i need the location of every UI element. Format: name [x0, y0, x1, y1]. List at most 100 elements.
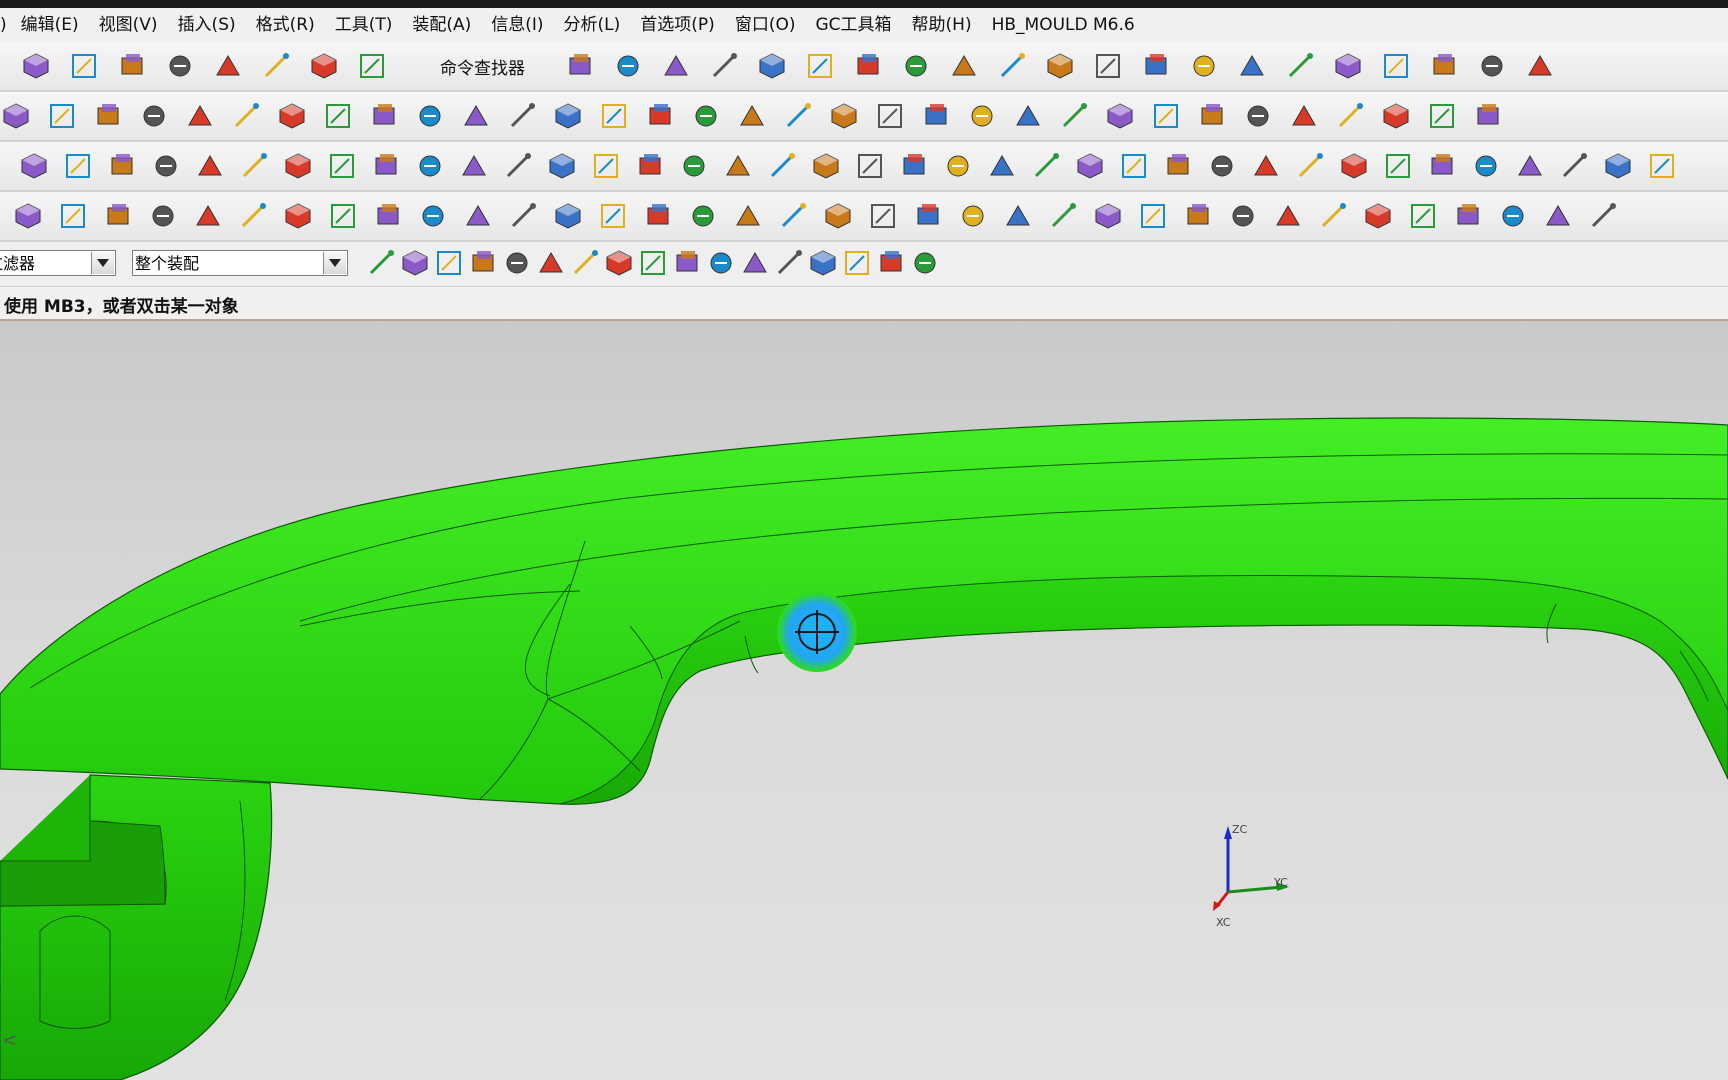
- wcs-dynamic-icon[interactable]: [1140, 50, 1172, 82]
- offset-face-icon[interactable]: [414, 100, 446, 132]
- support-icon[interactable]: [1426, 150, 1458, 182]
- wcs-triad-icon[interactable]: ZC YC XC: [1213, 823, 1289, 929]
- selection-scope-dropdown[interactable]: 整个装配: [132, 250, 348, 276]
- rotate-face-icon[interactable]: [1317, 200, 1349, 232]
- wcs-display-icon[interactable]: [1188, 50, 1220, 82]
- navigate-icon[interactable]: [1284, 50, 1316, 82]
- clock-icon[interactable]: [1074, 150, 1106, 182]
- snap-intersect-icon[interactable]: [705, 247, 733, 275]
- spring-icon[interactable]: [1294, 150, 1326, 182]
- trim-body-icon[interactable]: [460, 100, 492, 132]
- select-all-icon[interactable]: [399, 247, 428, 276]
- label-icon[interactable]: [1182, 200, 1214, 232]
- split-body-icon[interactable]: [506, 100, 538, 132]
- linked-face-icon[interactable]: [1362, 200, 1394, 232]
- chevron-down-icon[interactable]: [91, 252, 114, 274]
- trimmed-sheet-icon[interactable]: [1334, 100, 1366, 132]
- bom-icon[interactable]: [590, 150, 622, 182]
- mold-base-icon[interactable]: [1206, 150, 1238, 182]
- brush-icon[interactable]: [732, 200, 764, 232]
- revolve-icon[interactable]: [46, 100, 78, 132]
- trim-tool-icon[interactable]: [722, 150, 754, 182]
- rect-pattern-icon[interactable]: [1452, 200, 1484, 232]
- cooling-icon[interactable]: [502, 150, 534, 182]
- snap-bounded-icon[interactable]: [909, 247, 937, 275]
- shell-icon[interactable]: [644, 100, 676, 132]
- menu-item-1[interactable]: 视图(V): [89, 8, 168, 42]
- delete-icon[interactable]: [642, 200, 674, 232]
- measure-distance-icon[interactable]: [1332, 50, 1364, 82]
- color-icon[interactable]: [1558, 150, 1590, 182]
- screw-icon[interactable]: [1338, 150, 1370, 182]
- angle-tool-icon[interactable]: [1030, 150, 1062, 182]
- circle-pattern-icon[interactable]: [1407, 200, 1439, 232]
- point-icon[interactable]: [368, 100, 400, 132]
- rotate-icon[interactable]: [1002, 200, 1034, 232]
- workpiece-icon[interactable]: [634, 150, 666, 182]
- wcs-orient-icon[interactable]: [996, 50, 1028, 82]
- triangle-icon[interactable]: [62, 150, 94, 182]
- cylinder-icon[interactable]: [92, 100, 124, 132]
- runner-icon[interactable]: [282, 150, 314, 182]
- pattern-icon[interactable]: [1092, 200, 1124, 232]
- wcs-origin-icon[interactable]: [1044, 50, 1076, 82]
- fit-view-icon[interactable]: [612, 50, 644, 82]
- cut-icon[interactable]: [164, 50, 196, 82]
- snap-on-curve-icon[interactable]: [841, 247, 869, 275]
- menu-item-5[interactable]: 装配(A): [402, 8, 481, 42]
- chamfer-icon[interactable]: [598, 100, 630, 132]
- snap-view-icon[interactable]: [1236, 50, 1268, 82]
- gate-icon[interactable]: [326, 150, 358, 182]
- mold-wizard-icon[interactable]: [194, 150, 226, 182]
- edge-blend-icon[interactable]: [736, 100, 768, 132]
- boss-icon[interactable]: [276, 100, 308, 132]
- chevron-down-icon[interactable]: [323, 252, 346, 274]
- diagonal-icon[interactable]: [327, 200, 359, 232]
- menu-item-10[interactable]: GC工具箱: [805, 8, 901, 42]
- sketch-icon[interactable]: [18, 150, 50, 182]
- wcs-rotate-icon[interactable]: [1092, 50, 1124, 82]
- grid-select-icon[interactable]: [192, 200, 224, 232]
- constraint-icon[interactable]: [1497, 200, 1529, 232]
- move-face-icon[interactable]: [777, 200, 809, 232]
- menu-item-8[interactable]: 首选项(P): [630, 8, 725, 42]
- insert-icon[interactable]: [1470, 150, 1502, 182]
- corner-icon[interactable]: [507, 200, 539, 232]
- snap-quadrant-icon[interactable]: [773, 247, 802, 275]
- standard-part-icon[interactable]: [1250, 150, 1282, 182]
- assembly-icon[interactable]: [106, 150, 138, 182]
- snap-curve-icon[interactable]: [671, 247, 699, 275]
- menu-item-3[interactable]: 格式(R): [246, 8, 325, 42]
- parting-icon[interactable]: [238, 150, 270, 182]
- parallel-icon[interactable]: [912, 200, 944, 232]
- face-box-icon[interactable]: [12, 200, 44, 232]
- offset-surface-icon[interactable]: [1288, 100, 1320, 132]
- open-folder-icon[interactable]: [68, 50, 100, 82]
- menu-item-2[interactable]: 插入(S): [168, 8, 246, 42]
- render-style-icon[interactable]: [660, 50, 692, 82]
- grid-icon[interactable]: [898, 150, 930, 182]
- lifter-icon[interactable]: [414, 150, 446, 182]
- hourglass-icon[interactable]: [1162, 150, 1194, 182]
- mesh-surface-icon[interactable]: [1058, 100, 1090, 132]
- back-icon[interactable]: [1118, 150, 1150, 182]
- extrude-icon[interactable]: [0, 100, 32, 132]
- datum-plane-icon[interactable]: [322, 100, 354, 132]
- paste-icon[interactable]: [260, 50, 292, 82]
- line-tool-icon[interactable]: [237, 200, 269, 232]
- sew-icon[interactable]: [920, 100, 952, 132]
- sphere-icon[interactable]: [184, 100, 216, 132]
- menu-item-7[interactable]: 分析(L): [554, 8, 631, 42]
- arc-icon[interactable]: [1476, 50, 1508, 82]
- snap-control-icon[interactable]: [637, 247, 665, 275]
- menu-item-9[interactable]: 窗口(O): [725, 8, 806, 42]
- replace-face-icon[interactable]: [822, 200, 854, 232]
- boolean-icon[interactable]: [986, 150, 1018, 182]
- calculator-icon[interactable]: [854, 150, 886, 182]
- snap-center-icon[interactable]: [739, 247, 767, 275]
- measure-angle-icon[interactable]: [1380, 50, 1412, 82]
- target-icon[interactable]: [282, 200, 314, 232]
- subtract-icon[interactable]: [874, 100, 906, 132]
- menu-item-6[interactable]: 信息(I): [481, 8, 553, 42]
- draft-icon[interactable]: [690, 100, 722, 132]
